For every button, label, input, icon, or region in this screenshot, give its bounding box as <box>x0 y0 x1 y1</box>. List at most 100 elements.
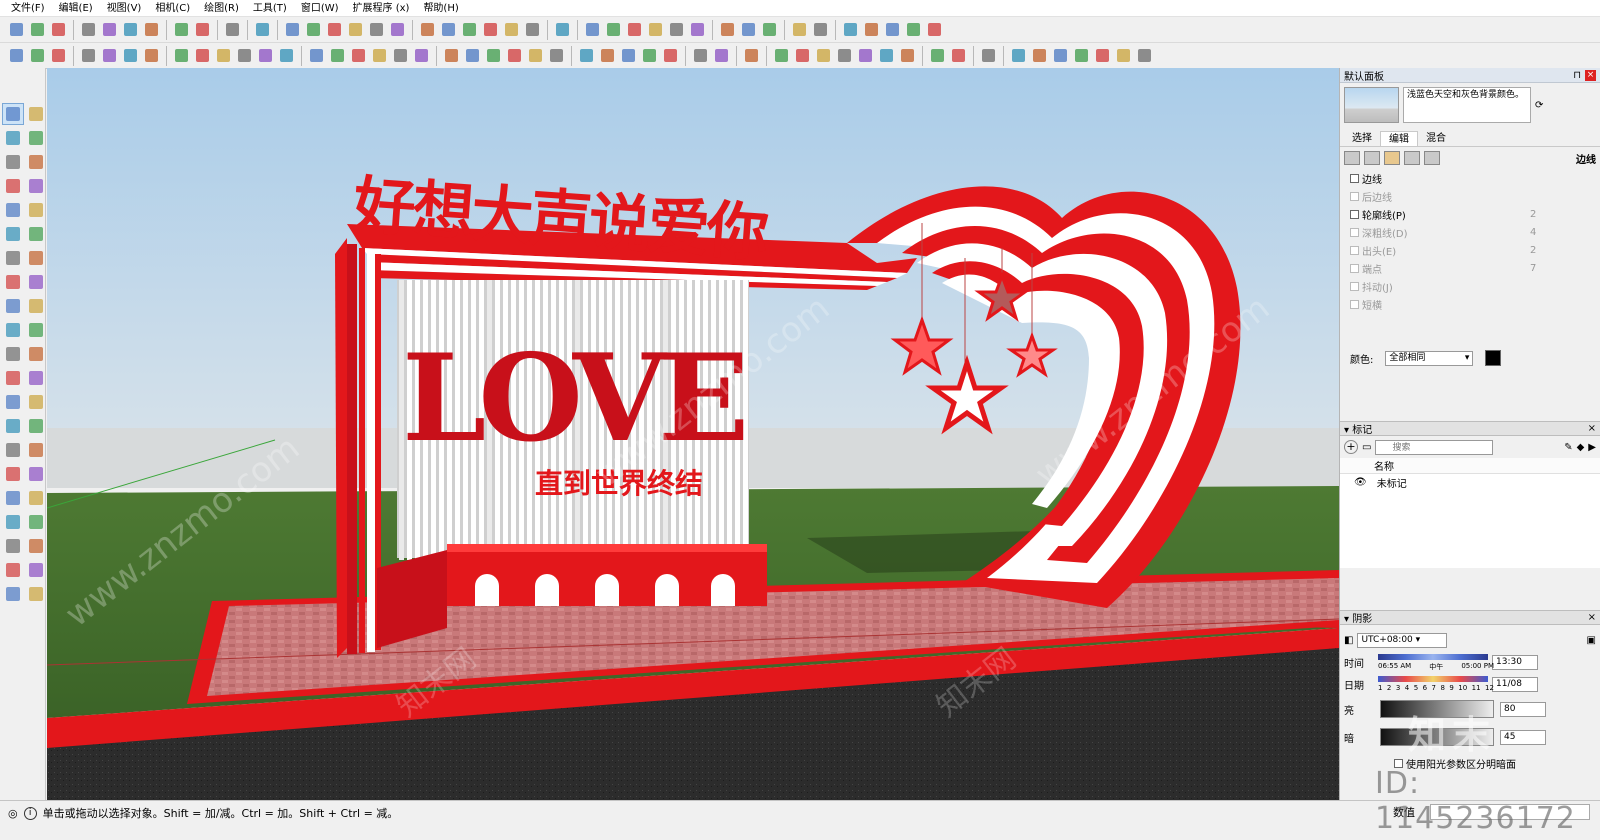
edge-settings-icon[interactable] <box>1344 151 1360 165</box>
tag-row[interactable]: 👁 未标记 <box>1340 474 1600 490</box>
component-icon[interactable] <box>553 20 572 39</box>
stamp-icon[interactable] <box>2 583 24 605</box>
modeling-settings-icon[interactable] <box>1424 151 1440 165</box>
right-view-icon[interactable] <box>481 20 500 39</box>
paste-icon[interactable] <box>121 20 140 39</box>
pipe-icon[interactable] <box>742 46 761 65</box>
geo-location-icon[interactable] <box>841 20 860 39</box>
arc2-icon[interactable] <box>25 247 47 269</box>
model-viewport[interactable]: 好想大声说爱你 LOVE 直到世界终结 www.znzmo.com www.zn… <box>47 68 1339 800</box>
left-view-icon[interactable] <box>523 20 542 39</box>
tape-measure-icon[interactable] <box>2 367 24 389</box>
shield-icon[interactable] <box>928 46 947 65</box>
geo-location-status-icon[interactable]: ◎ <box>8 807 18 820</box>
time-field[interactable]: 13:30 <box>1492 654 1538 670</box>
knife-icon[interactable] <box>979 46 998 65</box>
pan-icon[interactable] <box>25 439 47 461</box>
save-icon[interactable] <box>49 20 68 39</box>
menu-item-4[interactable]: 绘图(R) <box>197 0 246 17</box>
timezone-select[interactable]: UTC+08:00 ▾ <box>1357 632 1448 648</box>
fruit-icon[interactable] <box>949 46 968 65</box>
menu-item-6[interactable]: 窗口(W) <box>294 0 346 17</box>
spline-icon[interactable] <box>484 46 503 65</box>
wave-icon[interactable] <box>463 46 482 65</box>
sandbox-contour-icon[interactable] <box>2 559 24 581</box>
line-icon[interactable] <box>2 175 24 197</box>
shadow-toggle-icon[interactable]: ◧ <box>1344 635 1353 646</box>
cube-texture-icon[interactable] <box>367 20 386 39</box>
hidden-line-icon[interactable] <box>646 20 665 39</box>
rectangle-icon[interactable] <box>2 199 24 221</box>
zoom-icon[interactable] <box>2 463 24 485</box>
share-icon[interactable] <box>925 20 944 39</box>
watermark-settings-icon[interactable] <box>1404 151 1420 165</box>
date-slider[interactable]: 1 2 3 4 5 6 7 8 9 10 11 12 <box>1378 674 1494 694</box>
chart-icon[interactable] <box>142 46 161 65</box>
rotate-icon[interactable] <box>2 319 24 341</box>
face-settings-icon[interactable] <box>1364 151 1380 165</box>
tag-blue-icon[interactable] <box>856 46 875 65</box>
close-icon[interactable]: × <box>1588 612 1596 623</box>
pyramid-icon[interactable] <box>577 46 596 65</box>
frame-icon[interactable] <box>7 46 26 65</box>
pie-icon[interactable] <box>2 271 24 293</box>
color-by-tag-icon[interactable]: ◆ <box>1577 442 1585 453</box>
model-info-icon[interactable] <box>253 20 272 39</box>
light-field[interactable]: 80 <box>1500 701 1546 717</box>
arc-icon[interactable] <box>2 247 24 269</box>
previous-view-icon[interactable] <box>25 487 47 509</box>
menu-item-7[interactable]: 扩展程序 (x) <box>346 0 417 17</box>
style-thumbnail[interactable] <box>1344 87 1399 123</box>
polygon-icon[interactable] <box>25 223 47 245</box>
loft-icon[interactable] <box>442 46 461 65</box>
join-icon[interactable] <box>214 46 233 65</box>
tag-orange-icon[interactable] <box>793 46 812 65</box>
details-arrow-icon[interactable]: ▶ <box>1588 442 1596 453</box>
print-icon[interactable] <box>223 20 242 39</box>
back-view-icon[interactable] <box>502 20 521 39</box>
menu-item-8[interactable]: 帮助(H) <box>416 0 465 17</box>
dark-field[interactable]: 45 <box>1500 729 1546 745</box>
scale-icon[interactable] <box>2 343 24 365</box>
paint-bucket-icon[interactable] <box>2 127 24 149</box>
pencil-icon[interactable] <box>25 151 47 173</box>
cut-icon[interactable] <box>79 20 98 39</box>
play-icon[interactable] <box>1072 46 1091 65</box>
cube-shaded-icon[interactable] <box>346 20 365 39</box>
extension-icon[interactable] <box>904 20 923 39</box>
info-icon[interactable]: i <box>23 806 37 820</box>
bulb-icon[interactable] <box>526 46 545 65</box>
position-camera-icon[interactable] <box>2 511 24 533</box>
tag-green-icon[interactable] <box>835 46 854 65</box>
shadow-settings-icon[interactable]: ▣ <box>1587 635 1596 646</box>
push-pull-icon[interactable] <box>25 295 47 317</box>
section-cut-icon[interactable] <box>739 20 758 39</box>
undo-icon[interactable] <box>172 20 191 39</box>
orbit-tool-icon[interactable] <box>2 439 24 461</box>
erase-icon[interactable] <box>142 20 161 39</box>
split-icon[interactable] <box>277 46 296 65</box>
section-plane-icon[interactable] <box>718 20 737 39</box>
frame-split-icon[interactable] <box>49 46 68 65</box>
offset-icon[interactable] <box>328 46 347 65</box>
skin-icon[interactable] <box>1009 46 1028 65</box>
date-field[interactable]: 11/08 <box>1492 676 1538 692</box>
xy-icon[interactable] <box>1030 46 1049 65</box>
tag-yellow-icon[interactable] <box>814 46 833 65</box>
cube-hidden-icon[interactable] <box>325 20 344 39</box>
bar-icon[interactable] <box>121 46 140 65</box>
edge-color-swatch[interactable] <box>1485 350 1502 366</box>
render-icon[interactable] <box>691 46 710 65</box>
close-icon[interactable]: × <box>1585 69 1596 81</box>
shaded-icon[interactable] <box>667 20 686 39</box>
distribute-icon[interactable] <box>193 46 212 65</box>
rail-icon[interactable] <box>100 46 119 65</box>
refresh-icon[interactable]: ⟳ <box>1535 100 1543 111</box>
menu-item-0[interactable]: 文件(F) <box>4 0 52 17</box>
box-icon[interactable] <box>619 46 638 65</box>
edge-option-checkbox[interactable] <box>1350 173 1359 183</box>
pin-icon[interactable]: ⊓ <box>1573 70 1581 81</box>
fillet-icon[interactable] <box>391 46 410 65</box>
move-icon[interactable] <box>2 295 24 317</box>
add-tag-icon[interactable]: + <box>1344 440 1358 454</box>
